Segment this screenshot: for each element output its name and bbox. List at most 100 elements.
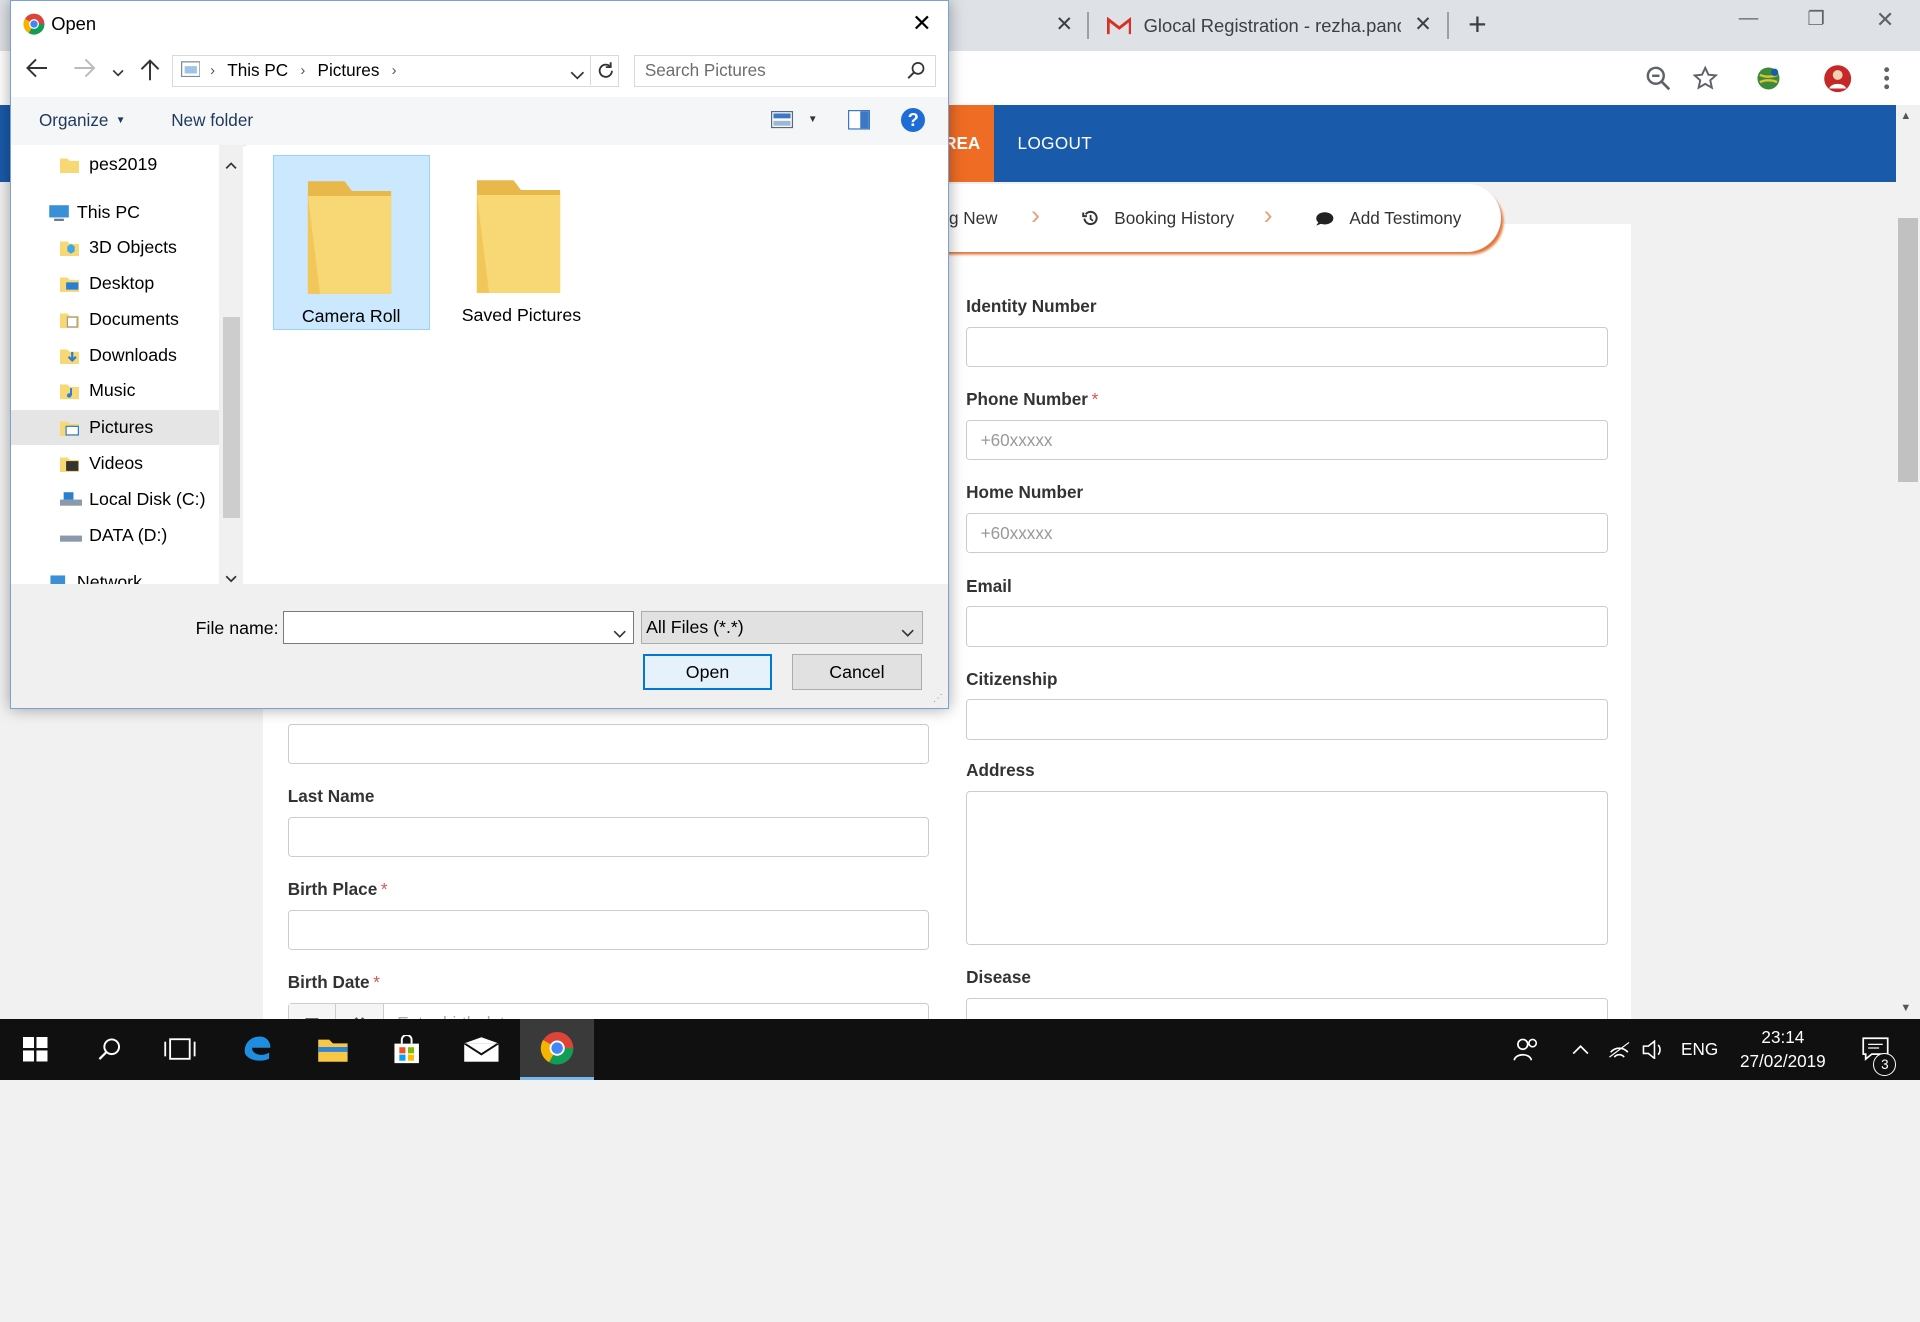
breadcrumb-item-add-testimony[interactable]: Add Testimony — [1315, 208, 1461, 229]
profile-avatar-icon[interactable] — [1823, 64, 1852, 93]
restore-icon[interactable]: ❐ — [1807, 7, 1825, 31]
view-dropdown-caret-icon[interactable]: ▼ — [808, 114, 818, 125]
task-view-icon[interactable] — [144, 1019, 215, 1080]
nav-item-data-d[interactable]: DATA (D:) — [11, 518, 219, 554]
nav-item-this-pc[interactable]: This PC — [11, 194, 219, 230]
nav-item-active[interactable]: REA — [944, 105, 995, 183]
address-textarea[interactable] — [966, 791, 1608, 946]
folder-saved-pictures[interactable]: Saved Pictures — [443, 155, 600, 330]
nav-item-downloads[interactable]: Downloads — [11, 338, 219, 374]
desktop-icon — [59, 275, 80, 292]
birth-place-input[interactable] — [287, 909, 930, 951]
chrome-taskbar-icon[interactable] — [520, 1018, 594, 1080]
breadcrumb-item-booking-history[interactable]: Booking History — [1082, 208, 1234, 229]
scroll-up-arrow-icon[interactable]: ▲ — [1900, 110, 1911, 122]
nav-pane-scrollbar[interactable] — [218, 145, 244, 584]
nav-logout-link[interactable]: LOGOUT — [1018, 105, 1093, 182]
nav-item-desktop[interactable]: Desktop — [11, 265, 219, 301]
resize-grip-icon[interactable]: ⋰ — [933, 693, 943, 704]
window-close-icon[interactable]: ✕ — [1876, 7, 1894, 33]
nav-item-documents[interactable]: Documents — [11, 302, 219, 338]
extension-globe-icon[interactable] — [1753, 64, 1782, 93]
zoom-out-icon[interactable] — [1643, 64, 1672, 93]
tab-title: Glocal Registration - rezha.pandu — [1143, 14, 1401, 36]
taskbar-search-icon[interactable] — [73, 1019, 144, 1080]
organize-button[interactable]: Organize ▼ — [39, 97, 126, 146]
email-input[interactable] — [966, 606, 1608, 647]
nav-item-videos[interactable]: Videos — [11, 445, 219, 481]
dropdown-caret-icon: ▼ — [115, 115, 126, 127]
taskbar-clock[interactable]: 23:14 27/02/2019 — [1729, 1025, 1837, 1074]
nav-item-network[interactable]: Network — [11, 564, 219, 584]
volume-icon[interactable] — [1636, 1019, 1670, 1080]
breadcrumb-pictures[interactable]: Pictures — [318, 60, 380, 81]
dialog-close-icon[interactable]: ✕ — [912, 10, 931, 37]
tab-close-icon[interactable]: ✕ — [1056, 12, 1073, 37]
cancel-button[interactable]: Cancel — [792, 653, 922, 691]
file-explorer-icon[interactable] — [296, 1019, 369, 1080]
chevron-right-icon: › — [300, 62, 306, 79]
nav-item-music[interactable]: Music — [11, 373, 219, 409]
search-input[interactable]: Search Pictures — [634, 54, 937, 87]
first-name-input[interactable] — [287, 723, 930, 765]
open-button[interactable]: Open — [642, 653, 773, 691]
chevron-right-icon: › — [391, 62, 397, 79]
nav-item-local-disk-c[interactable]: Local Disk (C:) — [11, 482, 219, 518]
store-icon[interactable] — [370, 1019, 443, 1080]
help-icon[interactable]: ? — [900, 107, 926, 132]
show-hidden-icons-icon[interactable] — [1565, 1019, 1597, 1080]
nav-item-pes2019[interactable]: pes2019 — [11, 147, 219, 183]
back-arrow-icon[interactable] — [25, 57, 49, 85]
citizenship-input[interactable] — [966, 699, 1608, 740]
people-icon[interactable] — [1509, 1019, 1546, 1080]
dialog-command-bar: Organize ▼ New folder ▼ ? — [10, 96, 948, 147]
tab-separator — [1087, 12, 1089, 40]
recent-locations-icon[interactable] — [112, 61, 125, 84]
dialog-address-row: › This PC › Pictures › Search Pictures — [10, 47, 948, 97]
breadcrumb-chevron-icon: › — [1263, 199, 1273, 230]
up-arrow-icon[interactable] — [139, 57, 161, 87]
file-name-dropdown-icon[interactable] — [613, 622, 627, 645]
identity-number-input[interactable] — [966, 326, 1608, 368]
tab-glocal-registration[interactable]: Glocal Registration - rezha.pandu — [1106, 0, 1401, 51]
address-dropdown-icon[interactable] — [570, 64, 585, 85]
scroll-down-arrow-icon[interactable]: ▼ — [1900, 1002, 1911, 1014]
breadcrumb-this-pc[interactable]: This PC — [227, 60, 288, 81]
view-options-icon[interactable] — [771, 111, 795, 135]
browser-menu-icon[interactable] — [1872, 64, 1901, 93]
documents-icon — [59, 311, 80, 329]
file-type-select[interactable]: All Files (*.*) — [641, 610, 924, 644]
dialog-footer: File name: All Files (*.*) Open Cancel ⋰ — [10, 583, 948, 708]
nav-pane-scroll-thumb[interactable] — [222, 316, 240, 518]
mail-icon[interactable] — [444, 1019, 517, 1080]
address-bar[interactable]: › This PC › Pictures › — [172, 54, 620, 87]
home-number-input[interactable]: +60xxxxx — [966, 513, 1608, 554]
action-center-icon[interactable]: 3 — [1851, 1019, 1900, 1080]
page-scrollbar-thumb[interactable] — [1897, 217, 1918, 483]
scroll-up-icon[interactable] — [225, 153, 237, 176]
tab-close-icon[interactable]: ✕ — [1414, 12, 1431, 37]
wifi-icon[interactable] — [1602, 1019, 1636, 1080]
minimize-icon[interactable]: — — [1739, 7, 1759, 30]
last-name-input[interactable] — [287, 816, 930, 858]
drive-icon — [59, 527, 82, 544]
nav-item-3d-objects[interactable]: 3D Objects — [11, 230, 219, 266]
preview-pane-icon[interactable] — [848, 109, 871, 136]
phone-number-input[interactable]: +60xxxxx — [966, 420, 1608, 461]
language-indicator[interactable]: ENG — [1675, 1019, 1724, 1080]
pictures-icon — [59, 419, 80, 437]
file-name-input[interactable] — [282, 610, 635, 645]
breadcrumb-item-new[interactable]: g New — [949, 208, 998, 229]
start-windows-icon[interactable] — [0, 1019, 71, 1080]
bookmark-star-icon[interactable] — [1691, 64, 1720, 93]
refresh-icon[interactable] — [589, 55, 620, 86]
search-icon[interactable] — [907, 61, 925, 84]
new-folder-button[interactable]: New folder — [171, 97, 253, 146]
edge-icon[interactable] — [220, 1019, 293, 1080]
scroll-down-icon[interactable] — [225, 567, 237, 584]
forward-arrow-icon[interactable] — [72, 57, 96, 85]
nav-item-pictures[interactable]: Pictures — [10, 409, 219, 446]
new-tab-icon[interactable]: + — [1468, 6, 1487, 43]
computer-icon — [48, 204, 69, 221]
folder-camera-roll[interactable]: Camera Roll — [272, 155, 430, 331]
